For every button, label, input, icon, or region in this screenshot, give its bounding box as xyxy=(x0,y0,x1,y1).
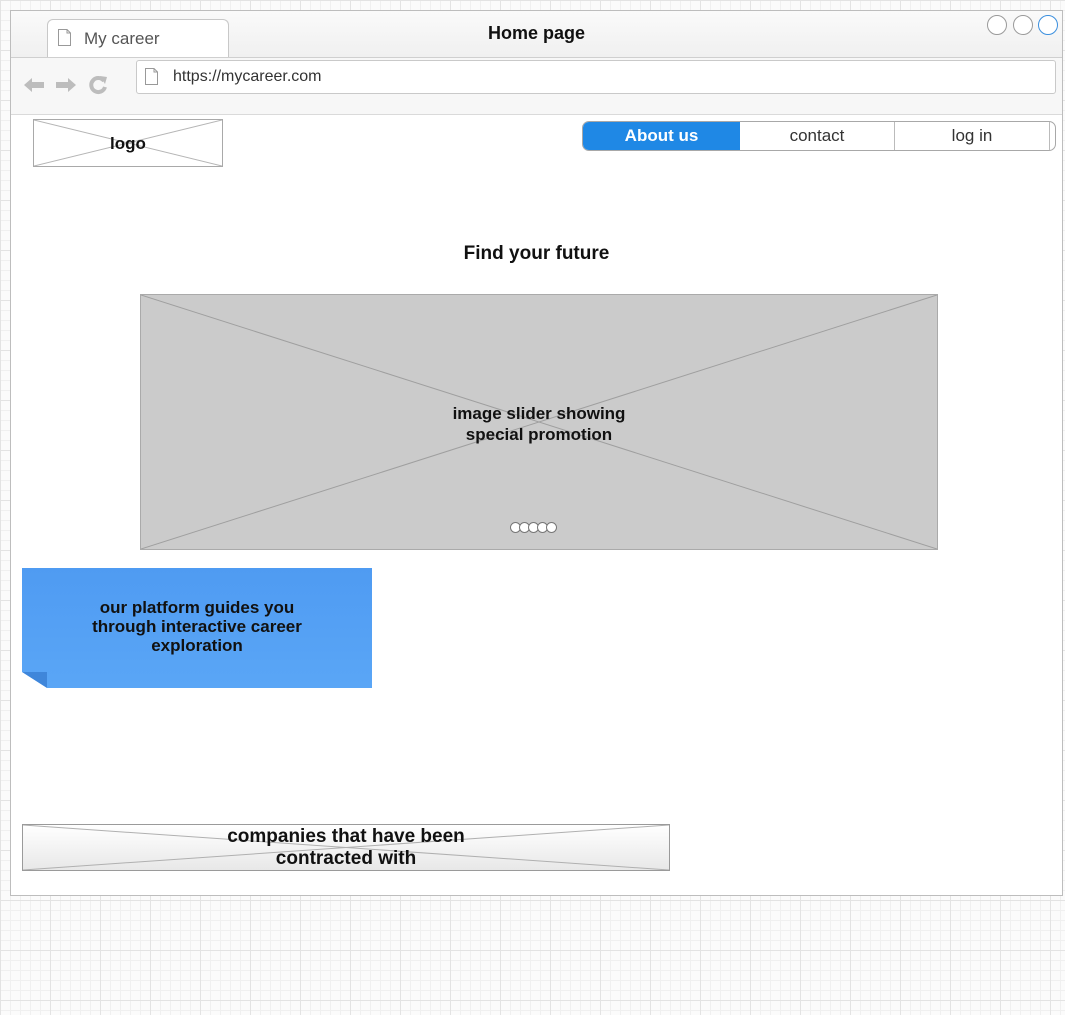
window-controls xyxy=(986,15,1058,40)
companies-line: contracted with xyxy=(275,848,417,869)
url-field[interactable]: https://mycareer.com xyxy=(136,60,1056,94)
platform-note: our platform guides you through interact… xyxy=(22,568,372,688)
address-bar-row: https://mycareer.com xyxy=(11,58,1062,115)
note-line: exploration xyxy=(151,636,243,655)
companies-line: companies that have been xyxy=(227,826,465,847)
note-line: through interactive career xyxy=(92,617,302,636)
slider-caption-line: special promotion xyxy=(465,425,613,444)
title-bar: My career Home page xyxy=(11,11,1062,58)
companies-label: companies that have been contracted with xyxy=(23,826,669,870)
window-control-icon[interactable] xyxy=(987,15,1008,35)
slider-dot[interactable] xyxy=(546,522,557,533)
url-text: https://mycareer.com xyxy=(173,68,322,85)
window-control-icon[interactable] xyxy=(1012,15,1033,35)
companies-placeholder[interactable]: companies that have been contracted with xyxy=(22,824,670,871)
slider-caption: image slider showing special promotion xyxy=(141,403,937,445)
forward-arrow-icon[interactable] xyxy=(55,77,77,93)
image-slider[interactable]: image slider showing special promotion xyxy=(140,294,938,550)
note-fold-icon xyxy=(22,672,47,688)
back-arrow-icon[interactable] xyxy=(23,77,45,93)
page-headline: Find your future xyxy=(463,243,610,264)
nav-log-in[interactable]: log in xyxy=(895,122,1050,150)
note-text: our platform guides you through interact… xyxy=(22,598,372,655)
note-line: our platform guides you xyxy=(99,598,295,617)
slider-caption-line: image slider showing xyxy=(452,404,626,423)
nav-icons xyxy=(23,75,114,95)
window-control-icon[interactable] xyxy=(1038,15,1058,35)
window-title: Home page xyxy=(487,23,586,43)
top-navigation: About us contact log in xyxy=(582,121,1056,151)
reload-icon[interactable] xyxy=(88,75,108,95)
nav-contact[interactable]: contact xyxy=(740,122,895,150)
nav-about-us[interactable]: About us xyxy=(583,122,740,150)
browser-window: My career Home page https://mycareer.com… xyxy=(10,10,1063,896)
slider-pagination xyxy=(510,520,557,538)
page-icon xyxy=(145,68,158,85)
logo-placeholder[interactable]: logo xyxy=(33,119,223,167)
logo-label: logo xyxy=(110,134,146,153)
